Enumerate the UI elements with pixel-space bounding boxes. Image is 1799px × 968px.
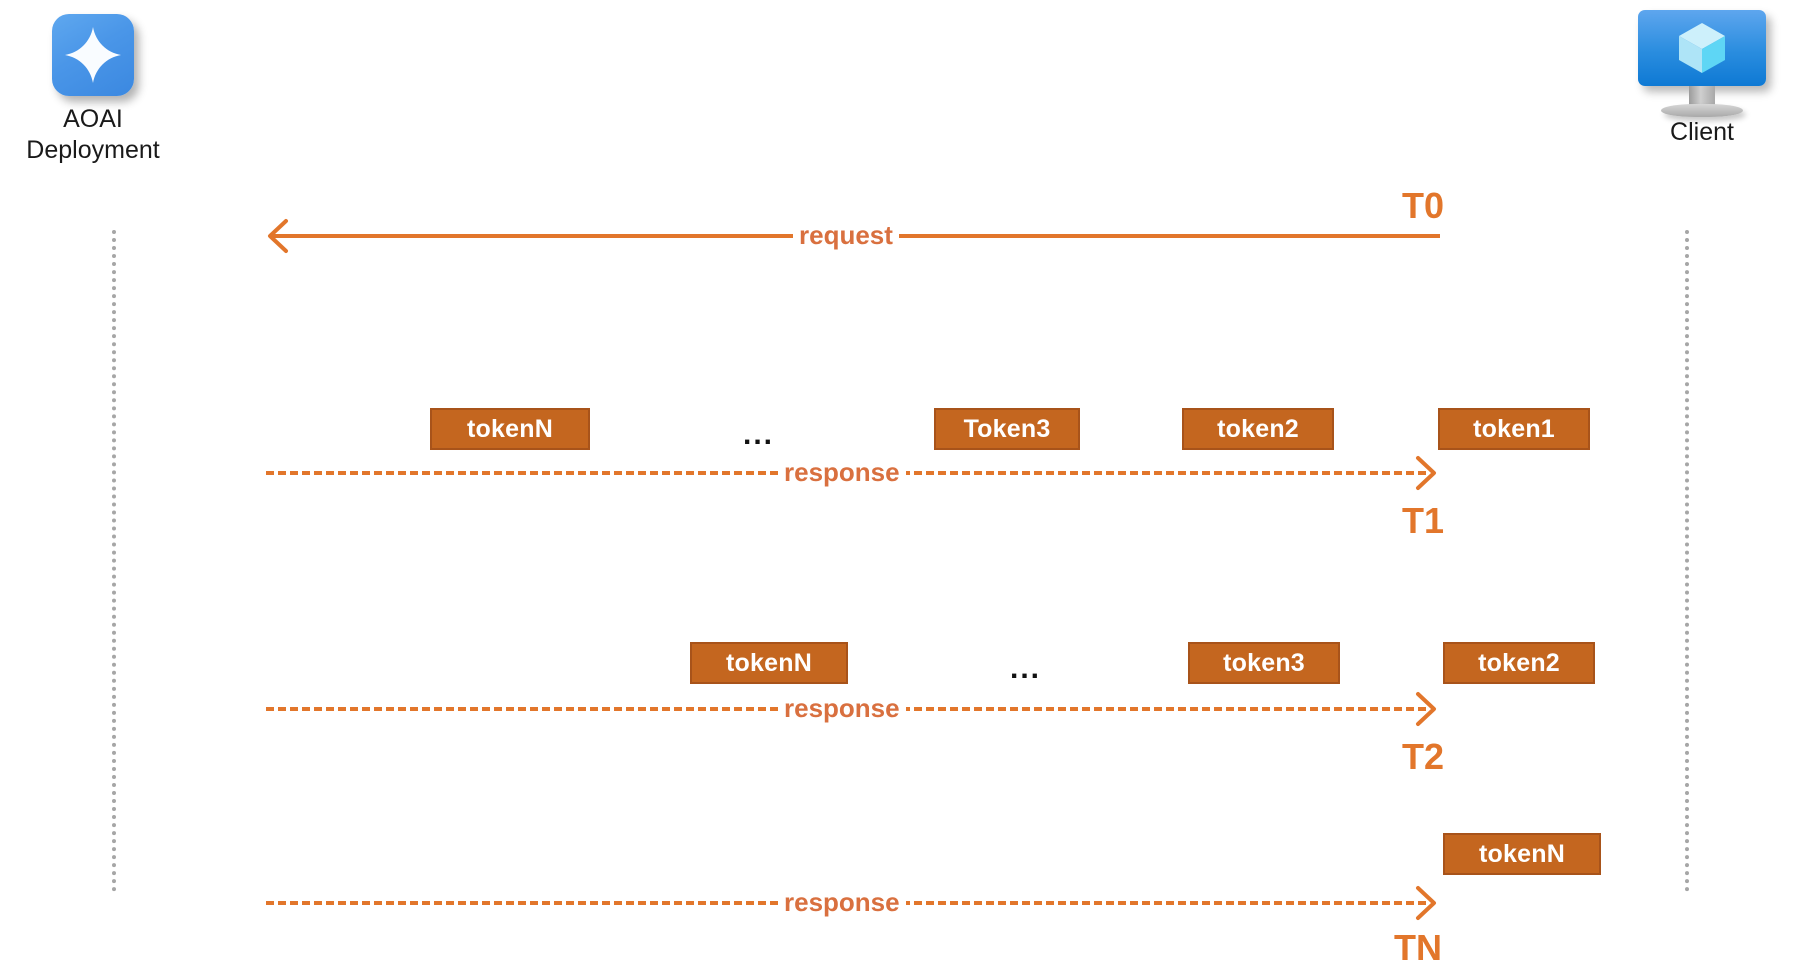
actor-aoai-label: AOAI Deployment: [26, 105, 160, 164]
time-marker-t1: T1: [1402, 500, 1445, 541]
actor-client: Client: [1638, 10, 1766, 148]
message-label-response-1: response: [778, 459, 906, 485]
actor-client-label: Client: [1670, 118, 1734, 146]
time-marker-t2: T2: [1402, 736, 1445, 777]
arrowhead-response-3-right: [1414, 886, 1438, 920]
token-box: tokenN: [690, 642, 848, 684]
time-marker-t0: T0: [1402, 185, 1445, 226]
token-ellipsis: ...: [1010, 652, 1042, 685]
actor-aoai-deployment: AOAI Deployment: [13, 14, 173, 165]
time-marker-tn: TN: [1394, 927, 1442, 968]
token-box: Token3: [934, 408, 1080, 450]
lifeline-client: [1685, 230, 1689, 892]
sparkle-icon: [52, 14, 134, 96]
arrowhead-request-left: [266, 219, 290, 253]
token-box: tokenN: [430, 408, 590, 450]
token-box: token2: [1182, 408, 1334, 450]
message-label-response-2: response: [778, 695, 906, 721]
message-label-request: request: [793, 222, 899, 248]
monitor-cube-icon: [1638, 10, 1766, 117]
lifeline-aoai: [112, 230, 116, 892]
message-label-response-3: response: [778, 889, 906, 915]
token-box: tokenN: [1443, 833, 1601, 875]
token-box: token3: [1188, 642, 1340, 684]
arrowhead-response-2-right: [1414, 692, 1438, 726]
sequence-diagram-canvas: AOAI Deployment Client request T0 tokenN…: [0, 0, 1799, 966]
token-box: token2: [1443, 642, 1595, 684]
token-box: token1: [1438, 408, 1590, 450]
token-ellipsis: ...: [743, 418, 775, 451]
arrowhead-response-1-right: [1414, 456, 1438, 490]
